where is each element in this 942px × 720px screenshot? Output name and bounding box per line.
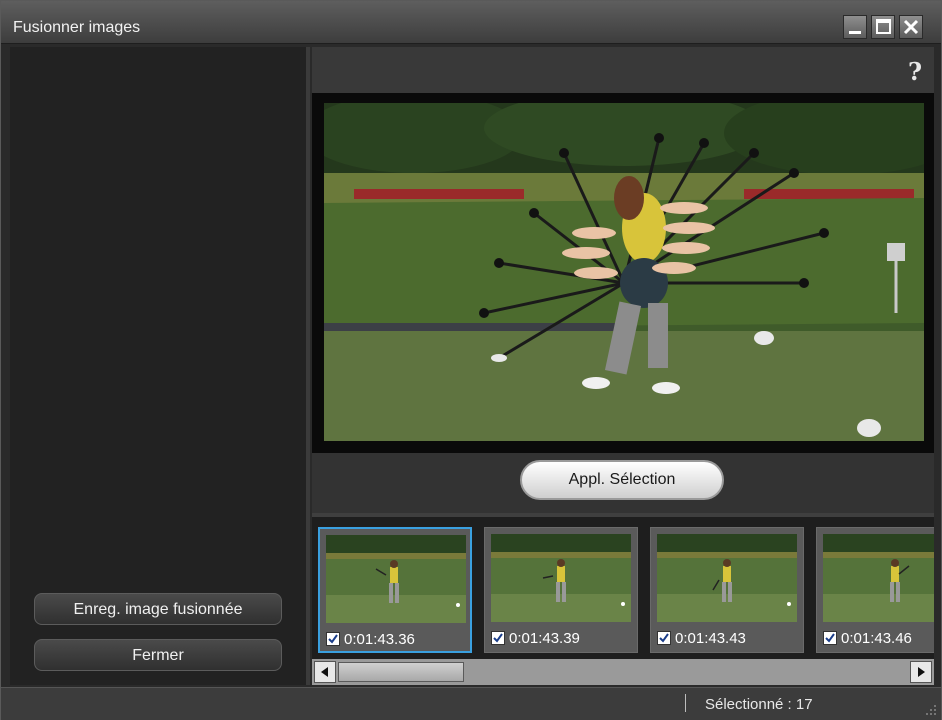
scroll-thumb[interactable]	[338, 662, 464, 682]
selected-count: Sélectionné : 17	[705, 696, 813, 713]
left-panel: Enreg. image fusionnée Fermer	[10, 47, 307, 685]
arrow-left-icon	[321, 667, 328, 677]
thumbnail-image	[326, 535, 466, 623]
apply-bar: Appl. Sélection	[312, 453, 934, 517]
apply-selection-button[interactable]: Appl. Sélection	[520, 460, 724, 500]
status-separator	[685, 694, 686, 712]
thumbnail-time: 0:01:43.36	[344, 631, 415, 648]
status-bar: Sélectionné : 17	[1, 687, 941, 720]
maximize-icon	[876, 19, 891, 34]
scroll-right-button[interactable]	[910, 661, 932, 683]
save-merged-image-button[interactable]: Enreg. image fusionnée	[34, 593, 282, 625]
thumbnail-item[interactable]: 0:01:43.39	[484, 527, 638, 653]
checkbox-icon[interactable]	[823, 631, 837, 645]
arrow-right-icon	[918, 667, 925, 677]
thumbnail-item[interactable]: 0:01:43.43	[650, 527, 804, 653]
close-dialog-button[interactable]: Fermer	[34, 639, 282, 671]
checkbox-icon[interactable]	[326, 632, 340, 646]
checkbox-icon[interactable]	[657, 631, 671, 645]
title-bar[interactable]: Fusionner images	[1, 1, 941, 44]
preview-toolbar: ?	[312, 47, 934, 93]
thumbnail-image	[823, 534, 934, 622]
horizontal-scrollbar[interactable]	[312, 659, 934, 685]
thumbnail-time: 0:01:43.39	[509, 630, 580, 647]
minimize-button[interactable]	[843, 15, 867, 39]
merged-preview-image	[324, 103, 924, 441]
thumbnail-image	[491, 534, 631, 622]
resize-grip-icon[interactable]	[925, 704, 937, 716]
thumbnail-strip: 0:01:43.36 0:01:43.39 0:01:43.43 0:01:43…	[312, 517, 934, 659]
thumbnail-time: 0:01:43.46	[841, 630, 912, 647]
close-icon	[903, 19, 919, 35]
preview-frame	[312, 93, 934, 453]
close-button[interactable]	[899, 15, 923, 39]
maximize-button[interactable]	[871, 15, 895, 39]
thumbnail-item[interactable]: 0:01:43.36	[318, 527, 472, 653]
window-title: Fusionner images	[13, 19, 141, 36]
thumbnail-image	[657, 534, 797, 622]
help-icon[interactable]: ?	[908, 57, 922, 86]
panel-divider[interactable]	[306, 47, 310, 685]
thumbnail-time: 0:01:43.43	[675, 630, 746, 647]
fusion-window: Fusionner images Enreg. image fusionnée …	[0, 0, 942, 720]
minimize-icon	[849, 31, 861, 34]
thumbnail-item[interactable]: 0:01:43.46	[816, 527, 934, 653]
checkbox-icon[interactable]	[491, 631, 505, 645]
scroll-left-button[interactable]	[314, 661, 336, 683]
